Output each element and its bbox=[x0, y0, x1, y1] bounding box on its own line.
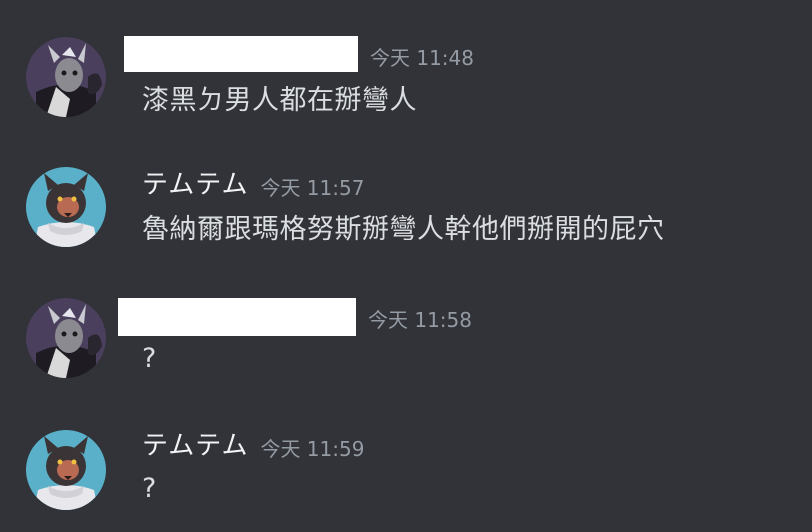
message-text: 漆黑ㄉ男人都在掰彎人 bbox=[142, 85, 417, 116]
message-text: ? bbox=[142, 473, 157, 504]
message-timestamp: 今天 11:57 bbox=[260, 176, 365, 200]
horned-demon-avatar-icon[interactable] bbox=[26, 37, 106, 117]
username[interactable]: テムテム bbox=[142, 170, 248, 200]
chat-message-list: 今天 11:48 漆黑ㄉ男人都在掰彎人 テムテム 今天 11:57 魯納爾跟瑪格… bbox=[0, 0, 812, 532]
message-header: 今天 11:58 bbox=[118, 298, 472, 336]
message-text: 魯納爾跟瑪格努斯掰彎人幹他們掰開的屁穴 bbox=[142, 214, 665, 245]
redacted-username bbox=[124, 36, 358, 72]
message-timestamp: 今天 11:48 bbox=[370, 46, 474, 70]
message-text: ? bbox=[142, 343, 157, 374]
message-header: テムテム 今天 11:59 bbox=[142, 431, 364, 461]
message-header: テムテム 今天 11:57 bbox=[142, 170, 364, 200]
message-timestamp: 今天 11:58 bbox=[368, 308, 472, 332]
wolf-avatar-icon[interactable] bbox=[26, 430, 106, 510]
message-header: 今天 11:48 bbox=[124, 36, 474, 72]
message-timestamp: 今天 11:59 bbox=[260, 437, 365, 461]
horned-demon-avatar-icon[interactable] bbox=[26, 298, 106, 378]
username[interactable]: テムテム bbox=[142, 431, 248, 461]
wolf-avatar-icon[interactable] bbox=[26, 167, 106, 247]
redacted-username bbox=[118, 298, 356, 336]
